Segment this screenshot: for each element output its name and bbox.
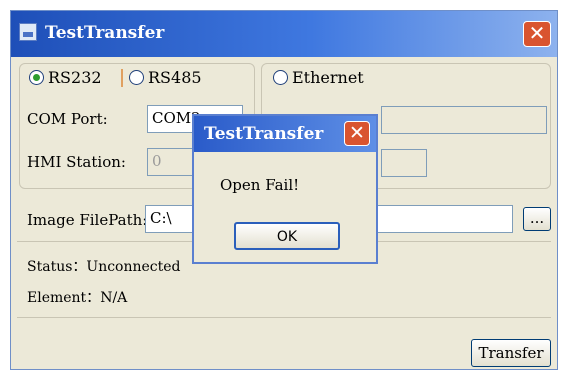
radio-unselected-icon (129, 70, 144, 85)
dialog-title: TestTransfer (204, 124, 324, 144)
browse-button[interactable]: ... (523, 207, 551, 231)
hmi-station-label: HMI Station: (27, 153, 126, 171)
status-value: Unconnected (86, 259, 181, 275)
ethernet-label: Ethernet (292, 68, 364, 87)
port-field[interactable] (381, 149, 427, 177)
radio-selected-icon (29, 70, 44, 85)
rs232-radio[interactable]: RS232 (29, 68, 102, 87)
status-line: Status：Unconnected (27, 256, 181, 276)
dialog-close-button[interactable]: ✕ (344, 121, 370, 146)
image-filepath-label: Image FilePath: (27, 211, 148, 229)
error-dialog: TestTransfer ✕ Open Fail! OK (192, 114, 378, 264)
element-label: Element： (27, 290, 101, 306)
ok-button[interactable]: OK (234, 222, 340, 250)
close-button[interactable]: ✕ (523, 21, 551, 47)
com-port-label: COM Port: (27, 110, 108, 128)
dialog-message: Open Fail! (220, 176, 300, 194)
dialog-title-bar[interactable]: TestTransfer ✕ (194, 116, 376, 152)
element-value: N/A (100, 290, 128, 306)
transfer-button[interactable]: Transfer (471, 339, 551, 367)
radio-divider (121, 69, 123, 87)
radio-unselected-icon (273, 70, 288, 85)
rs485-radio[interactable]: RS485 (129, 68, 202, 87)
title-bar[interactable]: TestTransfer ✕ (11, 11, 557, 57)
status-label: Status： (27, 259, 87, 275)
divider (17, 317, 551, 318)
window-title: TestTransfer (45, 23, 165, 43)
element-line: Element：N/A (27, 287, 127, 307)
ethernet-radio[interactable]: Ethernet (273, 68, 364, 87)
app-icon (19, 23, 37, 41)
ip-address-field[interactable] (381, 106, 547, 134)
rs232-label: RS232 (48, 68, 102, 87)
rs485-label: RS485 (148, 68, 202, 87)
